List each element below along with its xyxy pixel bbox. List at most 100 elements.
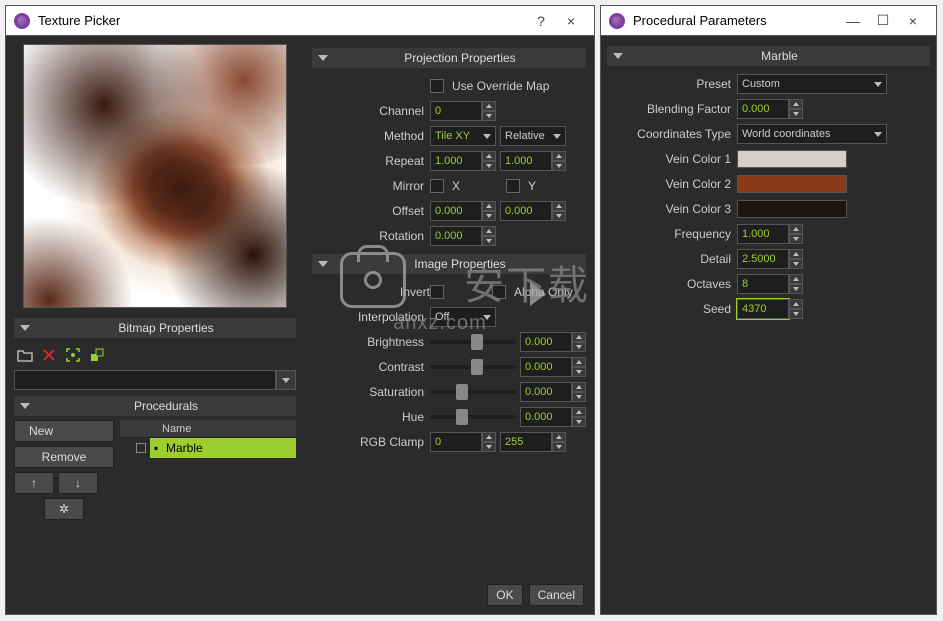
procedural-parameters-window: Procedural Parameters — ☐ × Marble Prese… (600, 5, 937, 615)
spin-up[interactable] (572, 382, 586, 392)
spin-up[interactable] (789, 299, 803, 309)
contrast-input[interactable]: 0.000 (520, 357, 586, 377)
cancel-button[interactable]: Cancel (529, 584, 584, 606)
bitmap-path-dropdown[interactable] (276, 370, 296, 390)
move-up-button[interactable]: ↑ (14, 472, 54, 494)
interpolation-dropdown[interactable]: Off (430, 307, 496, 327)
repeat-y-input[interactable]: 1.000 (500, 151, 566, 171)
vein-color-2-swatch[interactable] (737, 175, 847, 193)
use-override-checkbox[interactable] (430, 79, 444, 93)
spin-down[interactable] (789, 259, 803, 269)
preset-dropdown[interactable]: Custom (737, 74, 887, 94)
ok-button[interactable]: OK (487, 584, 522, 606)
vein-color-3-swatch[interactable] (737, 200, 847, 218)
settings-button[interactable]: ✲ (44, 498, 84, 520)
saturation-slider[interactable] (430, 382, 516, 402)
move-down-button[interactable]: ↓ (58, 472, 98, 494)
new-button[interactable]: New (14, 420, 114, 442)
texture-preview (23, 44, 287, 308)
bitmap-path-field[interactable] (14, 370, 276, 390)
spin-up[interactable] (789, 224, 803, 234)
bitmap-properties-header[interactable]: Bitmap Properties (14, 318, 296, 338)
spin-down[interactable] (572, 342, 586, 352)
spin-up[interactable] (552, 151, 566, 161)
coordinates-type-dropdown[interactable]: World coordinates (737, 124, 887, 144)
spin-down[interactable] (789, 309, 803, 319)
spin-up[interactable] (572, 332, 586, 342)
spin-down[interactable] (552, 211, 566, 221)
spin-up[interactable] (482, 101, 496, 111)
remove-button[interactable]: Remove (14, 446, 114, 468)
brightness-slider[interactable] (430, 332, 516, 352)
spin-down[interactable] (482, 236, 496, 246)
focus-icon[interactable] (64, 346, 82, 364)
marble-section-header[interactable]: Marble (607, 46, 930, 66)
input-value: 0.000 (430, 226, 482, 246)
close-button[interactable]: × (556, 9, 586, 33)
spin-down[interactable] (789, 109, 803, 119)
channel-input[interactable]: 0 (430, 101, 496, 121)
spin-down[interactable] (552, 161, 566, 171)
octaves-input[interactable]: 8 (737, 274, 803, 294)
frequency-input[interactable]: 1.000 (737, 224, 803, 244)
spin-down[interactable] (572, 367, 586, 377)
open-folder-icon[interactable] (16, 346, 34, 364)
close-button[interactable]: × (898, 9, 928, 33)
delete-icon[interactable] (40, 346, 58, 364)
image-properties-header[interactable]: Image Properties (312, 254, 586, 274)
spin-up[interactable] (789, 249, 803, 259)
input-value: 255 (500, 432, 552, 452)
spin-up[interactable] (552, 432, 566, 442)
mirror-x-checkbox[interactable] (430, 179, 444, 193)
saturation-input[interactable]: 0.000 (520, 382, 586, 402)
invert-checkbox[interactable] (430, 285, 444, 299)
method-mode-dropdown[interactable]: Relative (500, 126, 566, 146)
hue-slider[interactable] (430, 407, 516, 427)
spin-up[interactable] (482, 151, 496, 161)
projection-properties-header[interactable]: Projection Properties (312, 48, 586, 68)
minimize-button[interactable]: — (838, 9, 868, 33)
spin-up[interactable] (552, 201, 566, 211)
method-dropdown[interactable]: Tile XY (430, 126, 496, 146)
help-button[interactable]: ? (526, 9, 556, 33)
spin-down[interactable] (572, 392, 586, 402)
spin-down[interactable] (552, 442, 566, 452)
detail-input[interactable]: 2.5000 (737, 249, 803, 269)
maximize-button[interactable]: ☐ (868, 9, 898, 33)
repeat-x-input[interactable]: 1.000 (430, 151, 496, 171)
hue-input[interactable]: 0.000 (520, 407, 586, 427)
contrast-slider[interactable] (430, 357, 516, 377)
spin-up[interactable] (572, 357, 586, 367)
spin-down[interactable] (789, 234, 803, 244)
offset-y-input[interactable]: 0.000 (500, 201, 566, 221)
dropdown-icon (874, 82, 882, 87)
tree-toggle-icon[interactable] (136, 443, 146, 453)
spin-up[interactable] (482, 432, 496, 442)
rgb-clamp-low-input[interactable]: 0 (430, 432, 496, 452)
brightness-input[interactable]: 0.000 (520, 332, 586, 352)
swap-icon[interactable] (88, 346, 106, 364)
spin-up[interactable] (789, 274, 803, 284)
tree-item-marble[interactable]: ▪ Marble (150, 438, 296, 458)
spin-up[interactable] (482, 201, 496, 211)
vein-color-1-swatch[interactable] (737, 150, 847, 168)
mirror-y-checkbox[interactable] (506, 179, 520, 193)
spin-down[interactable] (482, 111, 496, 121)
spin-down[interactable] (789, 284, 803, 294)
seed-input[interactable]: 4370 (737, 299, 803, 319)
spin-down[interactable] (572, 417, 586, 427)
spin-up[interactable] (482, 226, 496, 236)
rotation-input[interactable]: 0.000 (430, 226, 496, 246)
input-value: 1.000 (430, 151, 482, 171)
spin-down[interactable] (482, 442, 496, 452)
blending-factor-input[interactable]: 0.000 (737, 99, 803, 119)
offset-x-input[interactable]: 0.000 (430, 201, 496, 221)
spin-up[interactable] (789, 99, 803, 109)
alpha-only-checkbox[interactable] (492, 285, 506, 299)
spin-down[interactable] (482, 161, 496, 171)
procedurals-header[interactable]: Procedurals (14, 396, 296, 416)
procedurals-tree[interactable]: Name ▪ Marble (120, 420, 296, 520)
spin-down[interactable] (482, 211, 496, 221)
rgb-clamp-high-input[interactable]: 255 (500, 432, 566, 452)
spin-up[interactable] (572, 407, 586, 417)
